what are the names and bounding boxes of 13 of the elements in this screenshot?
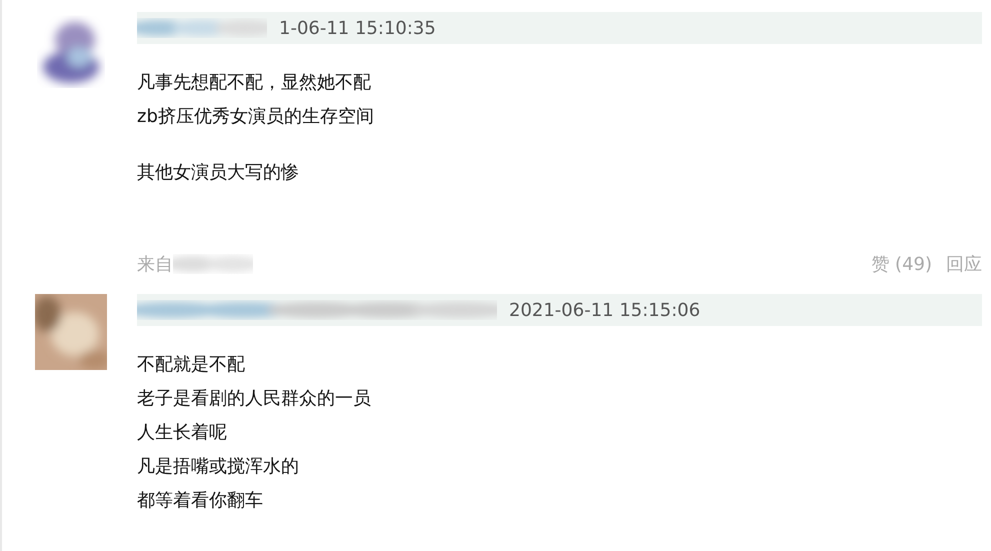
comment-text: 凡是捂嘴或搅浑水的: [137, 455, 300, 479]
comment-text: 人生长着呢: [137, 421, 228, 445]
like-link[interactable]: 赞 (49): [871, 252, 932, 276]
source-label: 来自: [137, 253, 173, 276]
comment-text: 老子是看剧的人民群众的一员: [137, 387, 372, 411]
timestamp: 1-06-11 15:10:35: [279, 18, 436, 38]
comment-text: 都等着看你翻车: [137, 489, 264, 513]
comment-text: 不配就是不配: [137, 353, 246, 377]
reply-link[interactable]: 回应: [946, 252, 982, 276]
comment-text: 凡事先想配不配，显然她不配: [137, 71, 372, 95]
comment-text: 其他女演员大写的惨: [137, 161, 300, 185]
comment-text: zb挤压优秀女演员的生存空间: [137, 105, 375, 129]
timestamp: 2021-06-11 15:15:06: [509, 300, 700, 320]
